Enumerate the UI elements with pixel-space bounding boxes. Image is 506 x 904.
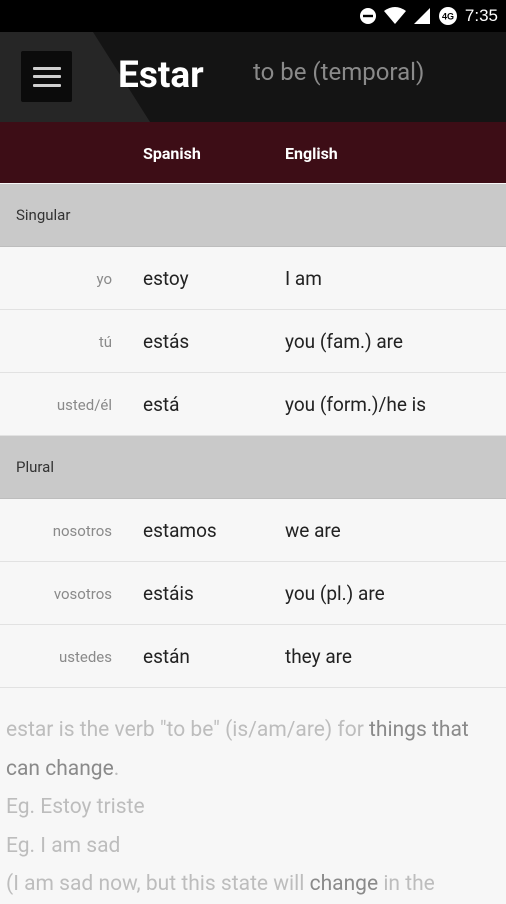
note-highlight: change [309,872,379,896]
header-english: English [285,144,338,163]
english-translation: I am [285,267,322,290]
spanish-form: está [143,393,180,416]
spanish-form: estás [143,330,190,353]
pronoun: usted/él [56,396,112,414]
pronoun: tú [98,333,112,351]
table-row[interactable]: usted/él está you (form.)/he is [0,373,506,436]
note-line: (I am sad now, but this state will chang… [6,865,501,904]
table-row[interactable]: vosotros estáis you (pl.) are [0,562,506,625]
note-text: (I am sad now, but this state will [6,872,310,896]
status-bar: 4G 7:35 [0,0,506,32]
status-icons: 4G 7:35 [359,5,498,27]
table-header: Spanish English [0,122,506,183]
section-plural: Plural [0,436,506,499]
section-singular: Singular [0,184,506,247]
menu-button[interactable] [21,51,72,102]
signal-icon [413,8,430,24]
spanish-form: estamos [143,519,217,542]
section-label: Plural [16,458,54,476]
conjugation-table: Singular yo estoy I am tú estás you (fam… [0,184,506,688]
english-translation: you (form.)/he is [285,393,427,416]
english-translation: they are [285,645,353,668]
app-bar: Estar to be (temporal) [0,32,506,122]
table-row[interactable]: yo estoy I am [0,247,506,310]
network-type-label: 4G [442,12,454,22]
table-row[interactable]: ustedes están they are [0,625,506,688]
status-time: 7:35 [464,6,498,25]
spanish-form: estáis [143,582,194,605]
spanish-form: estoy [143,267,189,290]
hamburger-icon [32,66,61,88]
page-title: Estar [118,54,204,97]
table-row[interactable]: tú estás you (fam.) are [0,310,506,373]
header-spanish: Spanish [143,144,201,163]
wifi-icon [383,7,406,24]
english-translation: we are [285,519,341,542]
pronoun: ustedes [58,648,112,666]
table-row[interactable]: nosotros estamos we are [0,499,506,562]
note-highlight: can change [6,756,114,781]
note-example-spanish: Eg. Estoy triste [6,795,145,819]
pronoun: vosotros [53,585,112,603]
battery-data-saver-icon: 4G [438,7,457,25]
usage-notes: estar is the verb "to be" (is/am/are) fo… [6,711,501,904]
note-text: . [113,756,120,781]
note-text: estar is the verb "to be" (is/am/are) fo… [6,718,370,742]
note-line: can change. [6,750,501,789]
page-subtitle: to be (temporal) [253,58,425,86]
note-text: in the [378,872,435,896]
note-example-english: Eg. I am sad [6,833,121,858]
spanish-form: están [143,645,190,668]
pronoun: yo [96,270,112,288]
pronoun: nosotros [52,522,112,540]
english-translation: you (pl.) are [285,582,385,605]
section-label: Singular [16,206,71,224]
english-translation: you (fam.) are [285,330,403,353]
note-line: estar is the verb "to be" (is/am/are) fo… [6,711,501,750]
do-not-disturb-icon [359,8,376,24]
note-highlight: things that [369,718,469,742]
